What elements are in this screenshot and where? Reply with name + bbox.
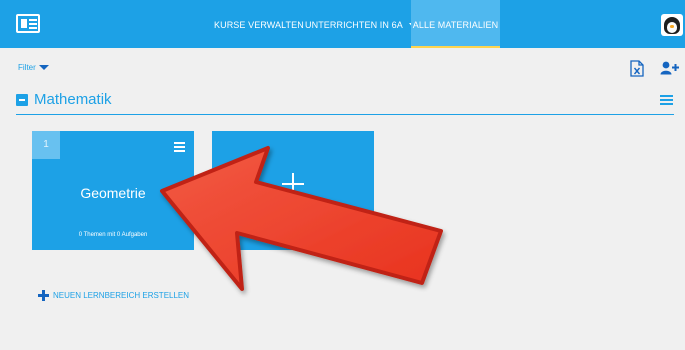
new-lernbereich-label: NEUEN LERNBEREICH ERSTELLEN — [53, 291, 190, 301]
new-lernbereich-button[interactable]: NEUEN LERNBEREICH ERSTELLEN — [38, 287, 189, 305]
plus-icon — [38, 290, 49, 302]
